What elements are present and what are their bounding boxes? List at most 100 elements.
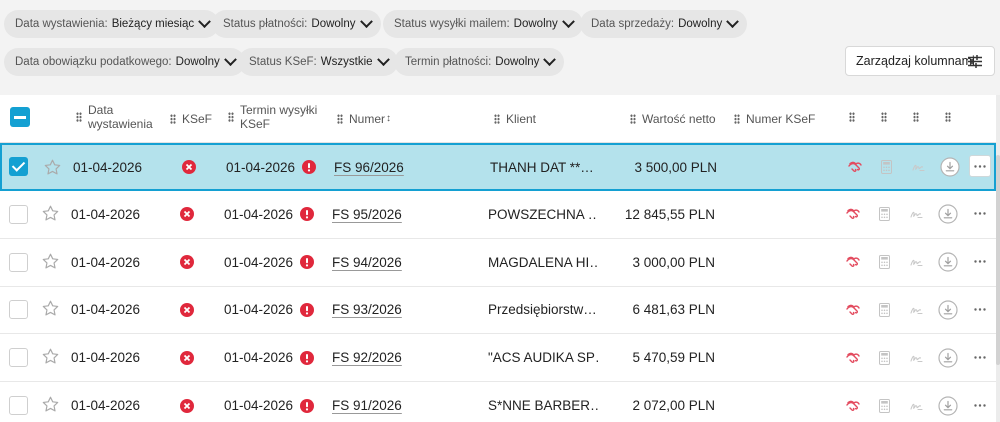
column-send-deadline[interactable]: Termin wysyłki KSeF [228, 103, 328, 131]
signature-action[interactable] [910, 286, 923, 333]
calculator-action[interactable] [879, 382, 890, 422]
signature-icon[interactable] [910, 257, 923, 267]
download-action[interactable] [938, 286, 958, 333]
handshake-icon[interactable] [845, 303, 861, 317]
table-row[interactable]: 01-04-2026 01-04-2026 FS 92/2026 "ACS AU… [0, 334, 996, 383]
column-action-4[interactable] [945, 112, 957, 122]
calculator-action[interactable] [879, 334, 890, 381]
handshake-action[interactable] [845, 239, 861, 286]
filter-tax-date[interactable]: Data obowiązku podatkowego: Dowolny [4, 48, 245, 76]
filter-payment-deadline[interactable]: Termin płatności: Dowolny [394, 48, 565, 76]
row-checkbox[interactable] [9, 348, 28, 368]
star-icon[interactable] [41, 299, 60, 318]
handshake-action[interactable] [847, 145, 863, 189]
vertical-scrollbar[interactable] [996, 95, 1000, 422]
signature-action[interactable] [910, 239, 923, 286]
filter-payment-status[interactable]: Status płatności: Dowolny [212, 10, 381, 38]
drag-handle-icon[interactable] [630, 114, 636, 124]
handshake-icon[interactable] [845, 351, 861, 365]
calculator-icon[interactable] [881, 160, 892, 174]
invoice-number-link[interactable]: FS 91/2026 [332, 398, 402, 413]
row-checkbox[interactable] [9, 157, 28, 176]
handshake-action[interactable] [845, 334, 861, 381]
invoice-number-link[interactable]: FS 94/2026 [332, 255, 402, 270]
signature-action[interactable] [910, 191, 923, 238]
table-row[interactable]: 01-04-2026 01-04-2026 FS 91/2026 S*NNE B… [0, 382, 996, 422]
more-options-button[interactable] [969, 394, 991, 416]
handshake-icon[interactable] [847, 160, 863, 174]
invoice-number-link[interactable]: FS 95/2026 [332, 207, 402, 222]
invoice-number-link[interactable]: FS 96/2026 [334, 160, 404, 175]
filter-issue-date[interactable]: Data wystawienia: Bieżący miesiąc [4, 10, 220, 38]
signature-action[interactable] [910, 334, 923, 381]
star-icon[interactable] [41, 204, 60, 223]
calculator-icon[interactable] [879, 398, 890, 413]
star-icon[interactable] [41, 347, 60, 366]
column-number[interactable]: Numer ↕ [337, 112, 391, 126]
signature-icon[interactable] [910, 209, 923, 219]
column-action-2[interactable] [881, 112, 893, 122]
row-checkbox[interactable] [9, 204, 28, 224]
table-row[interactable]: 01-04-2026 01-04-2026 FS 94/2026 MAGDALE… [0, 239, 996, 287]
more-options-button[interactable] [969, 155, 991, 177]
download-icon[interactable] [940, 157, 960, 177]
row-checkbox[interactable] [9, 300, 28, 320]
download-action[interactable] [940, 145, 960, 189]
download-icon[interactable] [938, 204, 958, 224]
signature-icon[interactable] [910, 353, 923, 363]
column-client[interactable]: Klient [494, 112, 536, 126]
handshake-icon[interactable] [845, 399, 861, 413]
column-action-3[interactable] [913, 112, 925, 122]
sort-icon[interactable]: ↕ [386, 112, 391, 126]
column-ksef[interactable]: KSeF [170, 112, 212, 126]
signature-icon[interactable] [912, 162, 925, 172]
calculator-action[interactable] [881, 145, 892, 189]
table-row[interactable]: 01-04-2026 01-04-2026 FS 95/2026 POWSZEC… [0, 191, 996, 239]
column-ksef-number[interactable]: Numer KSeF [734, 112, 815, 126]
calculator-icon[interactable] [879, 350, 890, 365]
download-icon[interactable] [938, 395, 958, 416]
drag-handle-icon[interactable] [945, 112, 951, 122]
star-icon[interactable] [43, 158, 62, 177]
signature-action[interactable] [912, 145, 925, 189]
star-icon[interactable] [41, 252, 60, 271]
handshake-action[interactable] [845, 286, 861, 333]
calculator-icon[interactable] [879, 302, 890, 317]
number-cell[interactable]: FS 94/2026 [332, 239, 402, 286]
filter-ksef-status[interactable]: Status KSeF: Wszystkie [238, 48, 398, 76]
download-action[interactable] [938, 191, 958, 238]
invoice-number-link[interactable]: FS 93/2026 [332, 302, 402, 317]
column-issue-date[interactable]: Data wystawienia [76, 103, 166, 131]
table-row[interactable]: 01-04-2026 01-04-2026 FS 93/2026 Przedsi… [0, 286, 996, 335]
more-options-button[interactable] [969, 298, 991, 320]
download-action[interactable] [938, 239, 958, 286]
column-action-1[interactable] [849, 112, 861, 122]
column-net-value[interactable]: Wartość netto [630, 112, 716, 126]
download-action[interactable] [938, 382, 958, 422]
number-cell[interactable]: FS 93/2026 [332, 286, 402, 333]
filter-sale-date[interactable]: Data sprzedaży: Dowolny [580, 10, 748, 38]
calculator-action[interactable] [879, 239, 890, 286]
row-checkbox[interactable] [9, 396, 28, 415]
number-cell[interactable]: FS 96/2026 [334, 145, 404, 189]
more-options-button[interactable] [969, 251, 991, 273]
number-cell[interactable]: FS 91/2026 [332, 382, 402, 422]
handshake-action[interactable] [845, 191, 861, 238]
calculator-action[interactable] [879, 191, 890, 238]
number-cell[interactable]: FS 92/2026 [332, 334, 402, 381]
download-icon[interactable] [938, 300, 958, 320]
star-icon[interactable] [41, 395, 60, 414]
drag-handle-icon[interactable] [228, 112, 234, 122]
more-options-button[interactable] [969, 203, 991, 225]
download-icon[interactable] [938, 348, 958, 368]
invoice-number-link[interactable]: FS 92/2026 [332, 350, 402, 365]
select-all-checkbox[interactable] [10, 107, 30, 127]
signature-icon[interactable] [910, 401, 923, 411]
signature-action[interactable] [910, 382, 923, 422]
drag-handle-icon[interactable] [881, 112, 887, 122]
drag-handle-icon[interactable] [76, 112, 82, 122]
calculator-action[interactable] [879, 286, 890, 333]
drag-handle-icon[interactable] [494, 114, 500, 124]
manage-columns-button[interactable]: Zarządzaj kolumnami [845, 46, 995, 76]
row-checkbox[interactable] [9, 252, 28, 272]
